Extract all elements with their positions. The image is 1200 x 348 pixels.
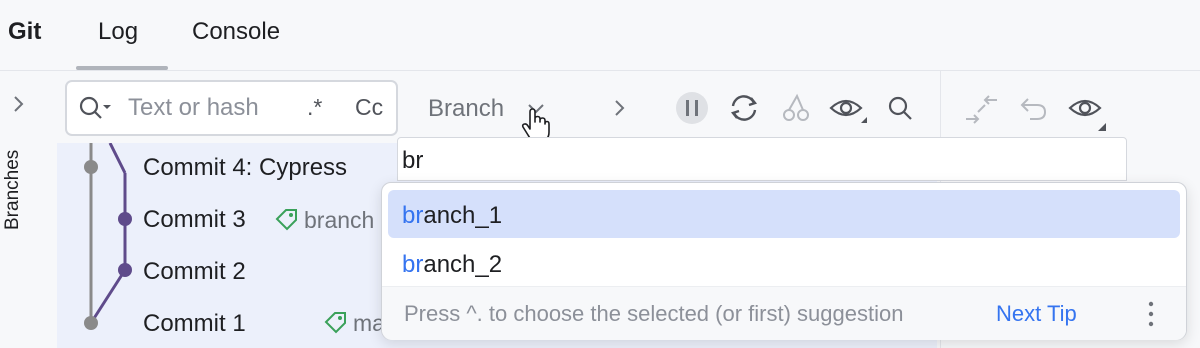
tab-console[interactable]: Console <box>192 18 280 46</box>
eye-icon[interactable] <box>1068 93 1108 133</box>
pause-icon[interactable] <box>675 91 709 125</box>
collapse-arrows-icon[interactable] <box>964 92 1000 126</box>
commit-row-message[interactable]: Commit 1 <box>143 310 246 338</box>
chevron-right-icon[interactable] <box>9 93 27 115</box>
tool-window-title: Git <box>8 18 42 45</box>
commit-node <box>84 316 98 330</box>
branch-ref-label: branch <box>304 207 375 233</box>
commit-node <box>84 160 98 174</box>
undo-icon[interactable] <box>1018 93 1050 125</box>
suggestion-hint-text: Press ^. to choose the selected (or firs… <box>404 301 904 326</box>
regex-toggle[interactable]: .* <box>307 94 322 121</box>
cherry-pick-icon[interactable] <box>780 92 812 124</box>
chevron-right-icon[interactable] <box>609 96 629 120</box>
suggestion-rest-text: anch_2 <box>423 251 503 278</box>
search-icon[interactable] <box>886 94 916 124</box>
commit-graph <box>84 143 132 330</box>
branch-filter-input[interactable] <box>397 137 1127 181</box>
commit-node <box>118 263 132 277</box>
refresh-icon[interactable] <box>727 92 761 124</box>
branch-filter-dropdown[interactable]: Branch <box>428 95 504 123</box>
selected-suggestion-highlight <box>388 190 1180 238</box>
suggestion-item-branch-2[interactable]: branch_2 <box>402 251 502 279</box>
tab-log[interactable]: Log <box>98 18 138 46</box>
suggestion-rest-text: anch_1 <box>423 202 503 229</box>
commit-row-message[interactable]: Commit 4: Cypress <box>143 154 347 182</box>
tag-icon <box>274 206 300 232</box>
match-case-toggle[interactable]: Cc <box>355 94 383 121</box>
suggestion-match-text: br <box>402 202 424 229</box>
branch-filter-typed-text[interactable]: br <box>402 147 423 175</box>
search-input[interactable]: Text or hash <box>128 94 259 122</box>
tag-icon <box>323 309 349 335</box>
commit-row-message[interactable]: Commit 2 <box>143 258 246 286</box>
branches-panel-toggle[interactable]: Branches <box>2 150 24 230</box>
tool-window-header <box>0 0 1200 71</box>
next-tip-link[interactable]: Next Tip <box>996 301 1077 327</box>
suggestion-item-branch-1[interactable]: branch_1 <box>402 202 502 230</box>
search-history-icon[interactable] <box>78 94 114 122</box>
suggestion-match-text: br <box>402 251 424 278</box>
active-tab-indicator <box>76 66 168 70</box>
commit-row-message[interactable]: Commit 3 <box>143 206 246 234</box>
commit-node <box>118 212 132 226</box>
eye-icon[interactable] <box>829 93 869 125</box>
kebab-menu-icon[interactable] <box>1143 300 1159 328</box>
